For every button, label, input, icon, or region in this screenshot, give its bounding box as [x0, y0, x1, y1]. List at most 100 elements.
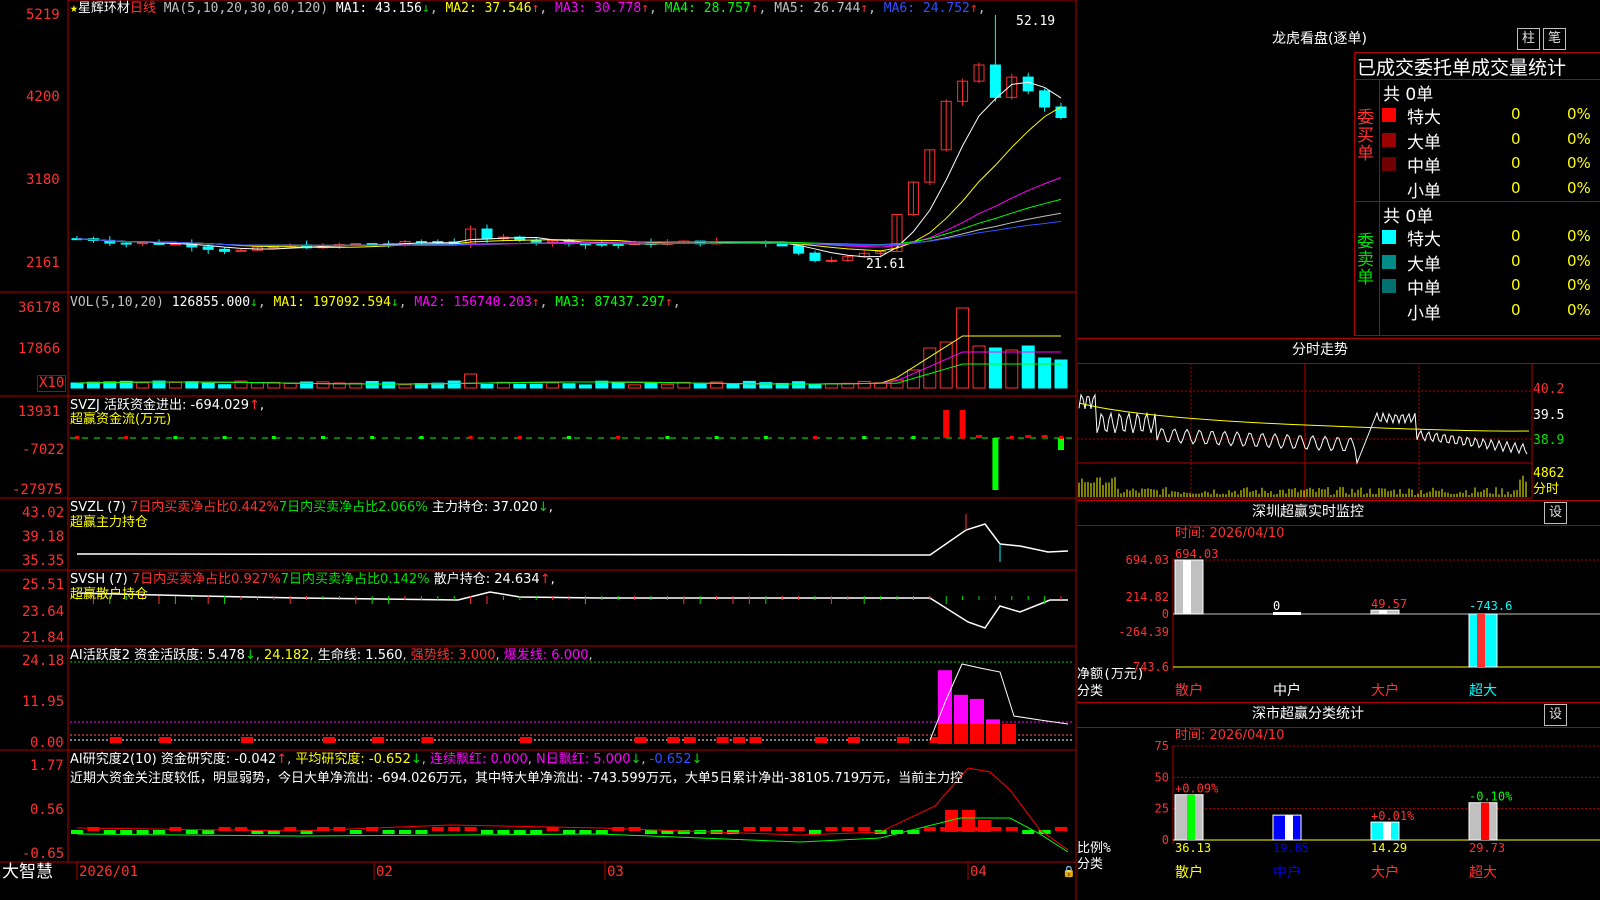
- volume-bars: [70, 307, 1068, 389]
- down-arrow-icon: ↓: [390, 295, 399, 310]
- lock-icon[interactable]: 🔒: [1062, 864, 1076, 879]
- ai2-bar: [202, 830, 215, 834]
- svzj-tick: [517, 436, 522, 439]
- tick-mode-button[interactable]: 笔: [1543, 28, 1566, 50]
- intraday-chart[interactable]: [1077, 363, 1600, 500]
- xaxis-label: 02: [376, 864, 393, 880]
- up-arrow-icon: ↑: [969, 1, 978, 16]
- classify-header: 深市超赢分类统计 设: [1077, 702, 1600, 728]
- ai2-bar: [1022, 830, 1035, 834]
- xaxis-label: 2026/01: [79, 864, 139, 880]
- intraday-header: 分时走势: [1077, 338, 1600, 364]
- volume-bar: [136, 382, 150, 389]
- star-icon: ★: [70, 1, 78, 16]
- ma-legend-item: MA2: 37.546: [445, 1, 532, 16]
- svzl-ytick: 39.18: [22, 529, 65, 545]
- ai1-bar: [954, 724, 968, 744]
- vol-ytick: 36178: [18, 300, 61, 316]
- up-arrow-icon: ↑: [750, 1, 759, 16]
- up-arrow-icon: ↑: [531, 295, 540, 310]
- svsh-ytick: 21.84: [22, 630, 65, 646]
- order-size-label: 大单: [1407, 254, 1441, 275]
- ma-prefix: MA(5,10,20,30,60,120): [163, 1, 329, 16]
- classify-settings-button[interactable]: 设: [1544, 704, 1567, 726]
- candlestick-series: [71, 15, 1067, 263]
- vol-value: 126855.000: [171, 295, 251, 310]
- svsh-red-text: 7日内买卖净占比0.927%: [131, 572, 281, 587]
- classify-bar-highlight: [1285, 815, 1293, 840]
- volume-bar: [742, 380, 756, 389]
- main-ytick: 5219: [26, 7, 60, 23]
- up-arrow-icon: ↑: [860, 1, 869, 16]
- ai1-strong-line: 强势线: 3.000: [410, 648, 496, 663]
- svsh-green-text: 7日内买卖净占比0.142%: [280, 572, 430, 587]
- svsh-line: [76, 591, 1068, 629]
- legend-swatch: [1382, 132, 1396, 147]
- ai1-small-bar: [372, 737, 385, 743]
- ai-activity-bars: [109, 663, 1069, 744]
- up-arrow-icon: ↑: [248, 398, 260, 413]
- ai2-bar: [743, 827, 756, 831]
- ai2-red1: 连续飘红: 0.000: [430, 752, 528, 767]
- ma-line: [76, 81, 1062, 258]
- volume-bar: [447, 380, 461, 389]
- svzl-line: [76, 523, 1069, 556]
- ai2-red2: N日飘红: 5.000: [536, 752, 631, 767]
- monitor-ylabel: 净额(万元): [1077, 667, 1145, 682]
- candle-body: [481, 228, 493, 240]
- svzl-red-text: 7日内买卖净占比0.442%: [129, 500, 279, 515]
- ma-line: [76, 106, 1062, 252]
- ai2-title: AI研究度2(10) 资金研究度: -0.042: [70, 752, 277, 767]
- classify-bar-chart: 75 50 25 0 +0.09% 36.13 散户 19.85 中户 +0.01% 14.29 大户…: [1077, 740, 1600, 881]
- order-size-label: 小单: [1407, 303, 1441, 324]
- svzj-tick: [763, 436, 768, 439]
- ai2-ytick: 0.56: [30, 802, 64, 818]
- svzj-tick: [1009, 436, 1014, 439]
- ai1-ytick: 24.18: [22, 653, 65, 669]
- order-size-label: 中单: [1407, 279, 1441, 299]
- svzj-tick: [1059, 436, 1063, 439]
- svsh-legend: SVSH (7) 7日内买卖净占比0.927%7日内买卖净占比0.142% 散户…: [70, 572, 555, 587]
- ai1-bar: [986, 724, 1000, 744]
- svzl-holding: 主力持仓: 37.020: [431, 500, 538, 515]
- classify-category: 大户: [1371, 864, 1399, 881]
- svzl-ytick: 35.35: [22, 553, 65, 569]
- ai1-small-bar: [667, 737, 680, 743]
- ai2-bar: [1005, 827, 1018, 831]
- ai2-bar: [103, 830, 116, 834]
- candle-body: [1022, 76, 1034, 92]
- ai2-bar: [759, 827, 772, 831]
- brand-logo: 大智慧: [2, 862, 53, 882]
- legend-swatch: [1382, 254, 1396, 269]
- candle-body: [415, 241, 427, 244]
- svzj-tick: [567, 436, 571, 439]
- ai2-bar: [563, 830, 575, 834]
- vol-ma-item: MA1: 197092.594: [273, 295, 391, 310]
- svzj-tick: [370, 436, 375, 439]
- ai2-bar: [595, 830, 608, 834]
- classify-value: 14.29: [1371, 841, 1407, 855]
- order-pct-value: 0%: [1567, 129, 1591, 148]
- svzl-ytick: 43.02: [22, 505, 65, 521]
- volume-bar: [70, 382, 84, 389]
- volume-bar: [660, 383, 674, 389]
- svsh-holding: 散户持仓: 24.634: [433, 572, 540, 587]
- volume-ma-line: [76, 335, 1061, 385]
- ma-legend-item: MA5: 26.744: [774, 1, 861, 16]
- svzl-subtitle: 超赢主力持仓: [70, 515, 149, 530]
- ai2-bar: [513, 830, 526, 834]
- intraday-ytick: 38.9: [1533, 433, 1565, 448]
- svzj-tick: [665, 436, 670, 439]
- ai1-small-bar: [241, 737, 253, 743]
- bar-mode-button[interactable]: 柱: [1517, 28, 1540, 50]
- volume-bar: [693, 383, 707, 389]
- svzj-tick: [321, 436, 325, 439]
- candle-body: [120, 242, 132, 245]
- monitor-settings-button[interactable]: 设: [1544, 502, 1567, 524]
- up-arrow-icon: ↑: [664, 295, 673, 310]
- monitor-ytick: 214.82: [1126, 590, 1169, 604]
- ma-legend-item: MA6: 24.752: [883, 1, 970, 16]
- ai2-bar: [923, 827, 936, 831]
- volume-bar: [857, 380, 871, 389]
- intraday-vol-tick: 4862: [1533, 466, 1565, 481]
